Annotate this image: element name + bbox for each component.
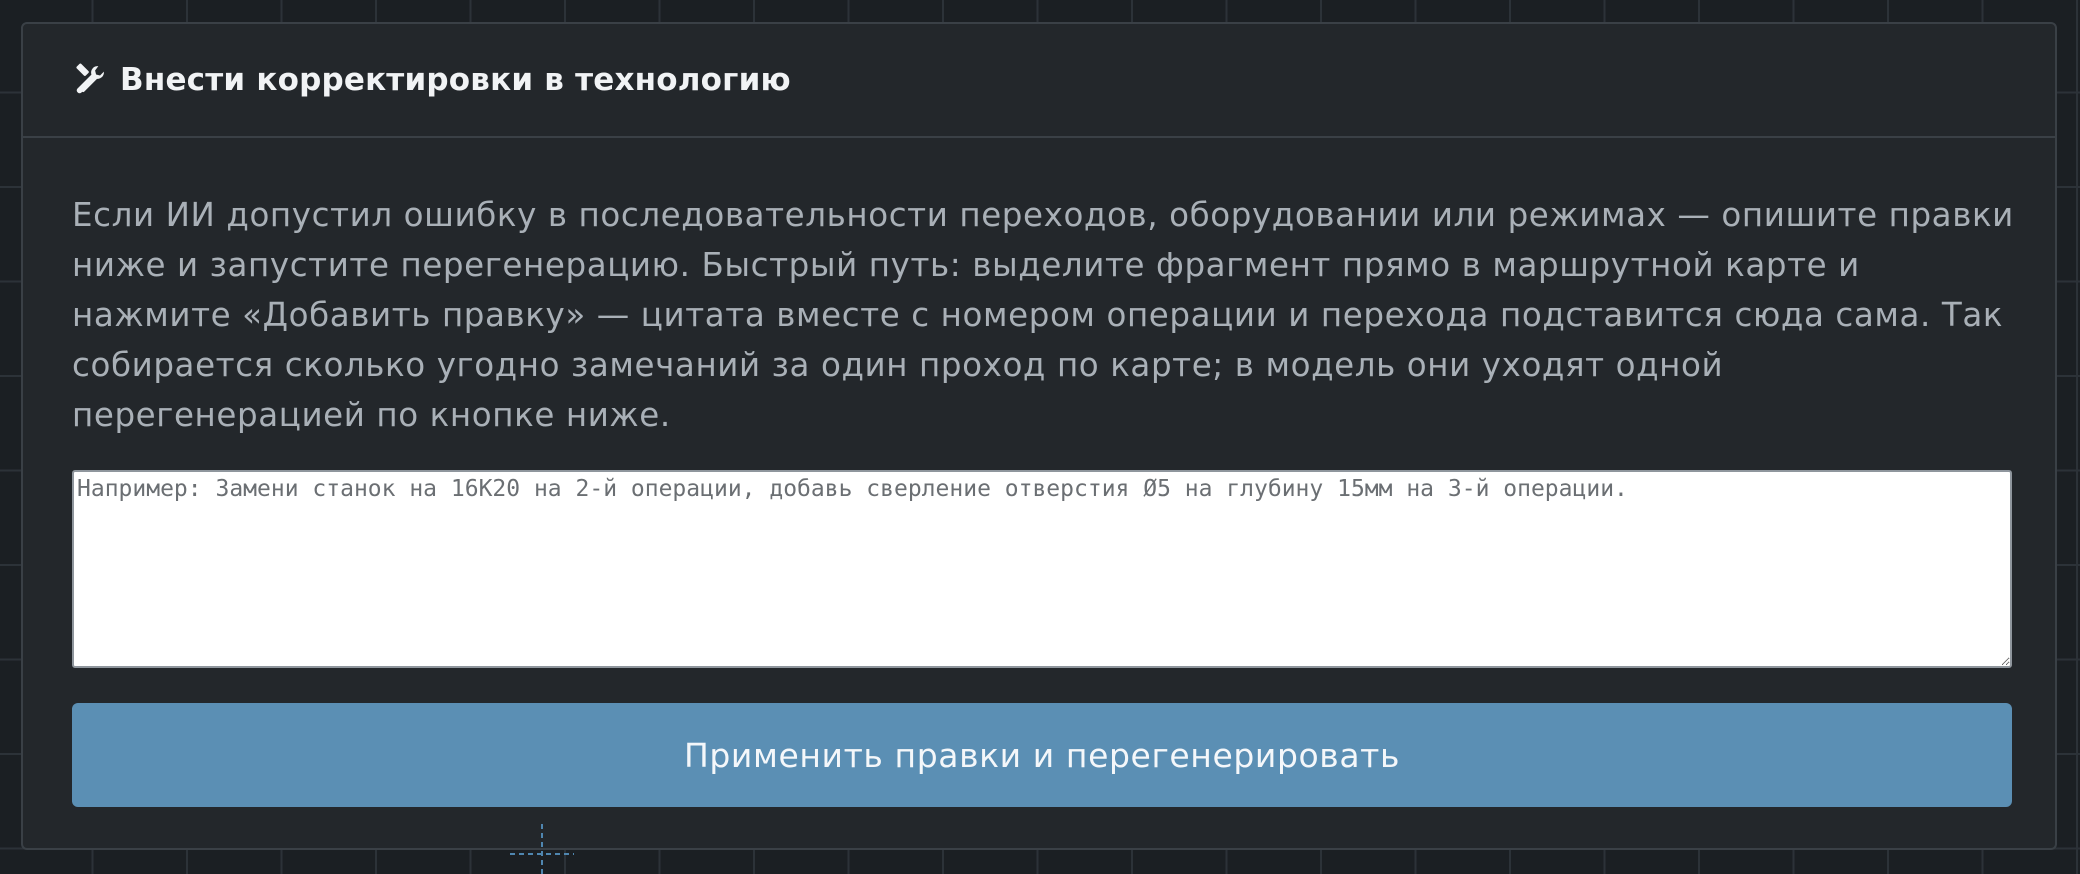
corrections-input[interactable] [72,470,2012,668]
crosshair-icon [510,824,574,874]
tools-icon [72,63,106,97]
instructions-text: Если ИИ допустил ошибку в последовательн… [72,196,2014,434]
panel-title: Внести корректировки в технологию [120,62,791,98]
apply-and-regenerate-button[interactable]: Применить правки и перегенерировать [72,703,2012,807]
corrections-panel: Внести корректировки в технологию Если И… [21,22,2057,850]
panel-header: Внести корректировки в технологию [23,24,2055,138]
